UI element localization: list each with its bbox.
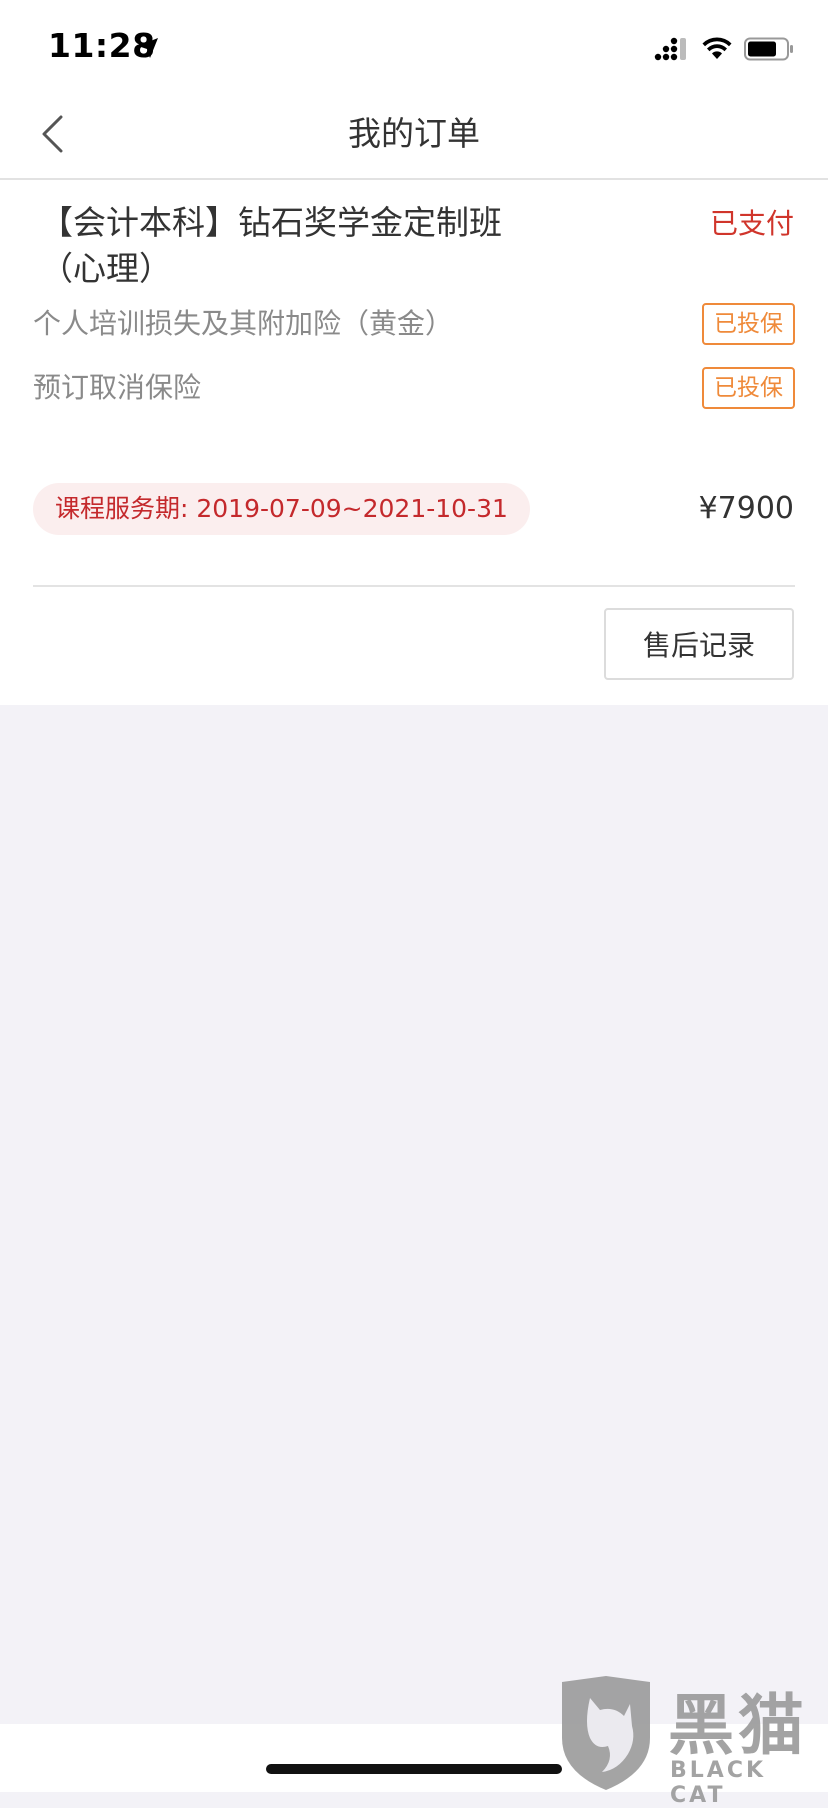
- home-indicator[interactable]: [266, 1764, 562, 1774]
- insurance-name: 个人培训损失及其附加险（黄金）: [33, 307, 454, 340]
- after-sale-records-button[interactable]: 售后记录: [604, 608, 794, 680]
- order-price: ¥7900: [698, 491, 794, 526]
- blackcat-watermark: 黑猫 BLACK CAT: [556, 1672, 828, 1808]
- watermark-cn: 黑猫: [668, 1687, 808, 1764]
- watermark-en: BLACK CAT: [670, 1758, 767, 1808]
- order-title: 【会计本科】钻石奖学金定制班（心理）: [40, 203, 502, 288]
- page-title: 我的订单: [348, 114, 480, 153]
- status-bar: 11:28: [0, 0, 828, 92]
- order-card[interactable]: 【会计本科】钻石奖学金定制班（心理） 已支付 个人培训损失及其附加险（黄金） 已…: [0, 180, 828, 705]
- order-status: 已支付: [709, 207, 794, 240]
- divider: [33, 585, 795, 587]
- cat-shield-icon: [562, 1676, 650, 1790]
- insurance-name: 预订取消保险: [33, 371, 202, 404]
- wifi-icon: [702, 37, 732, 59]
- service-period-pill: 课程服务期: 2019-07-09~2021-10-31: [33, 483, 530, 535]
- battery-icon: [744, 37, 793, 61]
- nav-bar: 我的订单: [0, 92, 828, 180]
- location-arrow-icon: [138, 38, 158, 58]
- insured-badge: 已投保: [702, 367, 795, 409]
- insured-badge: 已投保: [702, 303, 795, 345]
- insurance-row: 预订取消保险 已投保: [33, 367, 795, 409]
- insurance-row: 个人培训损失及其附加险（黄金） 已投保: [33, 303, 795, 345]
- cellular-signal-icon: [654, 37, 686, 61]
- status-indicators: [654, 34, 794, 64]
